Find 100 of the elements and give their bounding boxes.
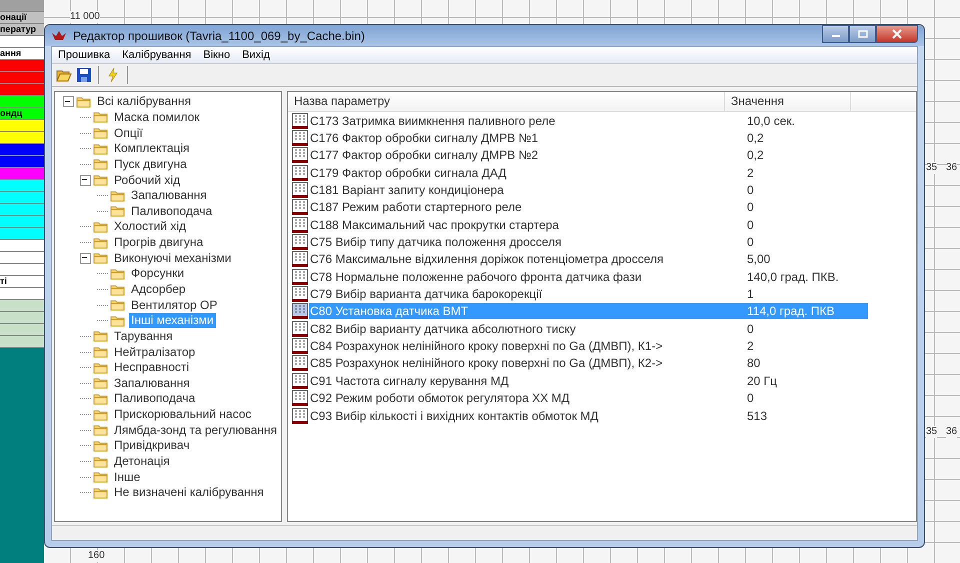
parameter-value: 80 xyxy=(746,355,762,372)
tree-item[interactable]: Нейтралізатор xyxy=(112,344,198,360)
parameter-name[interactable]: C76 Максимальне відхилення доріжок потенціометра дросселя xyxy=(309,251,745,268)
folder-icon xyxy=(110,299,125,312)
table-grid-icon xyxy=(292,268,308,285)
parameter-name[interactable]: C79 Вибір варианта датчика барокорекції xyxy=(309,286,745,302)
parameter-value: 20 Гц xyxy=(746,372,778,389)
tree-item[interactable]: Прогрів двигуна xyxy=(112,235,206,250)
tree-item[interactable]: Робочий хід xyxy=(112,172,182,188)
folder-icon xyxy=(93,408,108,421)
parameter-name[interactable]: C84 Розрахунок нелінійного кроку поверхні по Ga (ДМВП), К1-> xyxy=(309,338,745,354)
folder-icon xyxy=(93,486,108,499)
maximize-button[interactable] xyxy=(849,25,876,43)
parameter-name[interactable]: C75 Вибір типу датчика положення дросселя xyxy=(309,234,745,250)
sheet-row: онації xyxy=(0,12,44,24)
collapse-toggle[interactable] xyxy=(63,96,74,108)
parameter-name[interactable]: C78 Нормальне положенне рабочого фронта датчика фази xyxy=(309,268,745,285)
folder-icon xyxy=(93,330,108,342)
parameter-value: 10,0 сек. xyxy=(746,112,796,129)
tree-item[interactable]: Запалювання xyxy=(112,376,192,391)
tree-item[interactable]: Не визначені калібрування xyxy=(112,485,266,500)
menu-item[interactable]: Прошивка xyxy=(58,49,110,61)
menu-item[interactable]: Вихід xyxy=(242,49,270,61)
parameter-name[interactable]: C91 Частота сигналу керування МД xyxy=(309,372,745,389)
folder-icon xyxy=(93,220,108,233)
menu-item[interactable]: Калібрування xyxy=(122,49,192,61)
minimize-button[interactable] xyxy=(822,25,849,43)
parameter-name[interactable]: C176 Фактор обробки сигналу ДМРВ №1 xyxy=(309,130,745,146)
folder-icon xyxy=(93,111,108,124)
folder-icon xyxy=(110,268,125,280)
tree-item[interactable]: Опції xyxy=(112,126,145,141)
parameter-value: 0 xyxy=(746,199,755,216)
table-grid-icon xyxy=(292,182,308,198)
tree-item[interactable]: Адсорбер xyxy=(129,282,188,297)
tree-item[interactable]: Паливоподача xyxy=(129,204,214,219)
axis-label: 35 xyxy=(926,162,938,174)
tree-item[interactable]: Комплектація xyxy=(112,141,192,156)
parameter-value: 0 xyxy=(746,234,755,250)
parameter-value: 0 xyxy=(746,182,755,198)
close-button[interactable] xyxy=(876,25,918,43)
sheet-row: ондц xyxy=(0,108,44,120)
parameter-name[interactable]: C181 Варіант запиту кондиціонера xyxy=(309,182,745,198)
folder-icon xyxy=(110,314,125,327)
axis-label: 36 xyxy=(946,426,958,438)
tree-item[interactable]: Детонація xyxy=(112,454,172,470)
column-header[interactable]: Значення xyxy=(725,92,851,111)
parameter-value: 114,0 град. ПКВ xyxy=(745,303,868,320)
column-header[interactable]: Назва параметру xyxy=(288,92,725,111)
folder-icon xyxy=(93,142,108,155)
axis-label: 11 000 xyxy=(70,11,100,23)
parameter-name[interactable]: C177 Фактор обробки сигналу ДМРВ №2 xyxy=(309,147,745,164)
tree-item[interactable]: Маска помилок xyxy=(112,110,202,125)
collapse-toggle[interactable] xyxy=(80,174,91,186)
parameter-name[interactable]: C93 Вибір кількості і вихідних контактів обмоток МД xyxy=(309,408,745,424)
tree-item[interactable]: Форсунки xyxy=(129,266,186,282)
window-title: Редактор прошивок (Tavria_1100_069_by_Cache.bin) xyxy=(73,28,365,42)
sheet-row: ання xyxy=(0,48,44,60)
folder-icon xyxy=(93,252,108,264)
table-grid-icon xyxy=(292,164,308,181)
tree-item[interactable]: Виконуючі механізми xyxy=(112,250,234,266)
parameter-name[interactable]: C173 Затримка виимкнення паливного реле xyxy=(309,112,745,129)
parameter-value: 1 xyxy=(746,286,755,302)
table-grid-icon xyxy=(292,199,308,216)
parameter-name[interactable]: C85 Розрахунок нелінійного кроку поверхні по Ga (ДМВП), К2-> xyxy=(309,355,745,372)
parameter-name[interactable]: C92 Режим роботи обмоток регулятора ХХ МД xyxy=(309,390,745,406)
parameter-name[interactable]: C179 Фактор обробки сигнала ДАД xyxy=(309,164,745,181)
tree-item[interactable]: Запалювання xyxy=(129,188,209,204)
table-grid-icon xyxy=(292,390,308,406)
parameter-value: 513 xyxy=(746,408,768,424)
tree-item[interactable]: Холостий хід xyxy=(112,219,188,234)
axis-label: 160 xyxy=(88,550,105,562)
parameter-value: 140,0 град. ПКВ. xyxy=(746,268,840,285)
folder-icon xyxy=(93,158,108,170)
parameter-name[interactable]: C188 Максимальний час прокрутки стартера xyxy=(309,216,745,233)
tree-item[interactable]: Вентилятор ОР xyxy=(129,298,220,313)
folder-icon xyxy=(110,284,125,296)
tree-item[interactable]: Інше xyxy=(112,470,142,485)
collapse-toggle[interactable] xyxy=(80,252,91,264)
tree-item[interactable]: Несправності xyxy=(112,360,192,376)
folder-icon xyxy=(76,96,91,108)
tree-item[interactable]: Всі калібрування xyxy=(95,94,193,110)
axis-label: 35 xyxy=(926,426,938,438)
folder-icon xyxy=(93,346,108,358)
parameter-value: 0,2 xyxy=(746,130,765,146)
table-grid-icon xyxy=(292,130,308,146)
tree-item[interactable]: Тарування xyxy=(112,328,175,344)
tree-item[interactable]: Паливоподача xyxy=(112,391,198,406)
tree-item[interactable]: Лямбда-зонд та регулювання xyxy=(112,422,279,438)
parameter-name[interactable]: C187 Режим работи стартерного реле xyxy=(309,199,745,216)
tree-item[interactable]: Привідкривач xyxy=(112,438,192,454)
table-grid-icon xyxy=(292,303,308,320)
tree-item[interactable]: Пуск двигуна xyxy=(112,156,189,172)
folder-icon xyxy=(93,174,108,186)
menu-item[interactable]: Вікно xyxy=(203,49,230,61)
folder-icon xyxy=(93,440,108,452)
tree-item[interactable]: Прискорювальний насос xyxy=(112,407,254,422)
save-icon[interactable] xyxy=(76,67,92,83)
table-grid-icon xyxy=(292,251,308,268)
folder-icon xyxy=(110,190,125,202)
parameter-name[interactable]: C82 Вибір варианту датчика абсолютного тиску xyxy=(309,320,745,337)
